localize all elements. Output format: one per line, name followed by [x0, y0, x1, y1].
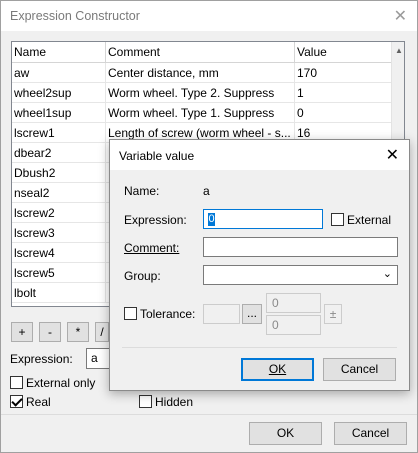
- hidden-label: Hidden: [155, 395, 194, 409]
- real-label: Real: [26, 395, 51, 409]
- cell-name: wheel1sup: [12, 103, 106, 123]
- variable-value-dialog: Variable value ✕ Name: a Expression: 0 E…: [109, 139, 410, 391]
- title-bar: Expression Constructor ✕: [1, 1, 417, 31]
- scroll-up-icon[interactable]: ▲: [395, 46, 403, 55]
- cell-comment: Worm wheel. Type 1. Suppress: [106, 103, 295, 123]
- cell-name: lscrew3: [12, 223, 106, 243]
- real-checkbox[interactable]: [10, 395, 23, 408]
- tolerance-checkbox[interactable]: [124, 307, 137, 320]
- plus-minus-button[interactable]: ±: [324, 304, 342, 324]
- hidden-checkbox[interactable]: [139, 395, 152, 408]
- divide-button[interactable]: /: [95, 322, 109, 342]
- dialog-ok-button[interactable]: OK: [241, 358, 314, 381]
- external-checkbox[interactable]: [331, 213, 344, 226]
- dialog-expression-input[interactable]: 0: [203, 209, 323, 229]
- column-header-value[interactable]: Value: [295, 42, 393, 63]
- cell-name: lscrew4: [12, 243, 106, 263]
- cell-name: lscrew5: [12, 263, 106, 283]
- cell-name: lscrew2: [12, 203, 106, 223]
- dialog-expression-label: Expression:: [124, 213, 187, 227]
- cell-name: lscrew1: [12, 123, 106, 143]
- external-only-checkbox[interactable]: [10, 376, 23, 389]
- name-value: a: [203, 184, 210, 198]
- expression-constructor-window: Expression Constructor ✕ Name Comment Va…: [0, 0, 418, 453]
- group-dropdown[interactable]: ⌄: [203, 265, 398, 285]
- expression-label: Expression:: [10, 352, 73, 366]
- tolerance-upper-input[interactable]: 0: [266, 293, 321, 313]
- dialog-close-icon[interactable]: ✕: [386, 145, 399, 165]
- table-row[interactable]: wheel2sup Worm wheel. Type 2. Suppress 1: [12, 83, 393, 103]
- minus-button[interactable]: -: [39, 322, 61, 342]
- table-row[interactable]: aw Center distance, mm 170: [12, 63, 393, 83]
- close-icon[interactable]: ✕: [394, 6, 407, 26]
- table-row[interactable]: wheel1sup Worm wheel. Type 1. Suppress 0: [12, 103, 393, 123]
- comment-input[interactable]: [203, 237, 398, 257]
- cell-name: dbear2: [12, 143, 106, 163]
- tolerance-browse-button[interactable]: ...: [242, 304, 262, 324]
- name-label: Name:: [124, 184, 160, 198]
- cell-value: 170: [295, 63, 393, 83]
- cell-name: wheel2sup: [12, 83, 106, 103]
- group-label: Group:: [124, 269, 161, 283]
- tolerance-value-input[interactable]: [203, 304, 240, 324]
- column-header-name[interactable]: Name: [12, 42, 106, 63]
- cell-name: lbolt: [12, 283, 106, 303]
- cell-comment: Center distance, mm: [106, 63, 295, 83]
- tolerance-lower-input[interactable]: 0: [266, 315, 321, 335]
- cell-comment: Worm wheel. Type 2. Suppress: [106, 83, 295, 103]
- multiply-button[interactable]: *: [67, 322, 89, 342]
- footer-separator: [1, 414, 417, 415]
- comment-label: Comment:: [124, 241, 180, 255]
- cancel-button[interactable]: Cancel: [334, 422, 407, 445]
- chevron-down-icon: ⌄: [382, 268, 392, 280]
- cell-name: aw: [12, 63, 106, 83]
- ok-button[interactable]: OK: [249, 422, 322, 445]
- dialog-title: Variable value: [119, 149, 195, 163]
- cell-name: nseal2: [12, 183, 106, 203]
- plus-button[interactable]: +: [11, 322, 33, 342]
- expression-selected-text: 0: [208, 213, 215, 226]
- cell-value: 1: [295, 83, 393, 103]
- dialog-separator: [122, 347, 397, 348]
- external-label: External: [347, 213, 392, 227]
- window-title: Expression Constructor: [10, 9, 140, 23]
- dialog-cancel-button[interactable]: Cancel: [323, 358, 396, 381]
- column-header-comment[interactable]: Comment: [106, 42, 295, 63]
- table-header: Name Comment Value: [12, 42, 393, 63]
- cell-name: Dbush2: [12, 163, 106, 183]
- dialog-title-bar: Variable value ✕: [110, 140, 409, 170]
- tolerance-label: Tolerance:: [140, 307, 196, 321]
- cell-value: 0: [295, 103, 393, 123]
- external-only-label: External only: [26, 376, 96, 390]
